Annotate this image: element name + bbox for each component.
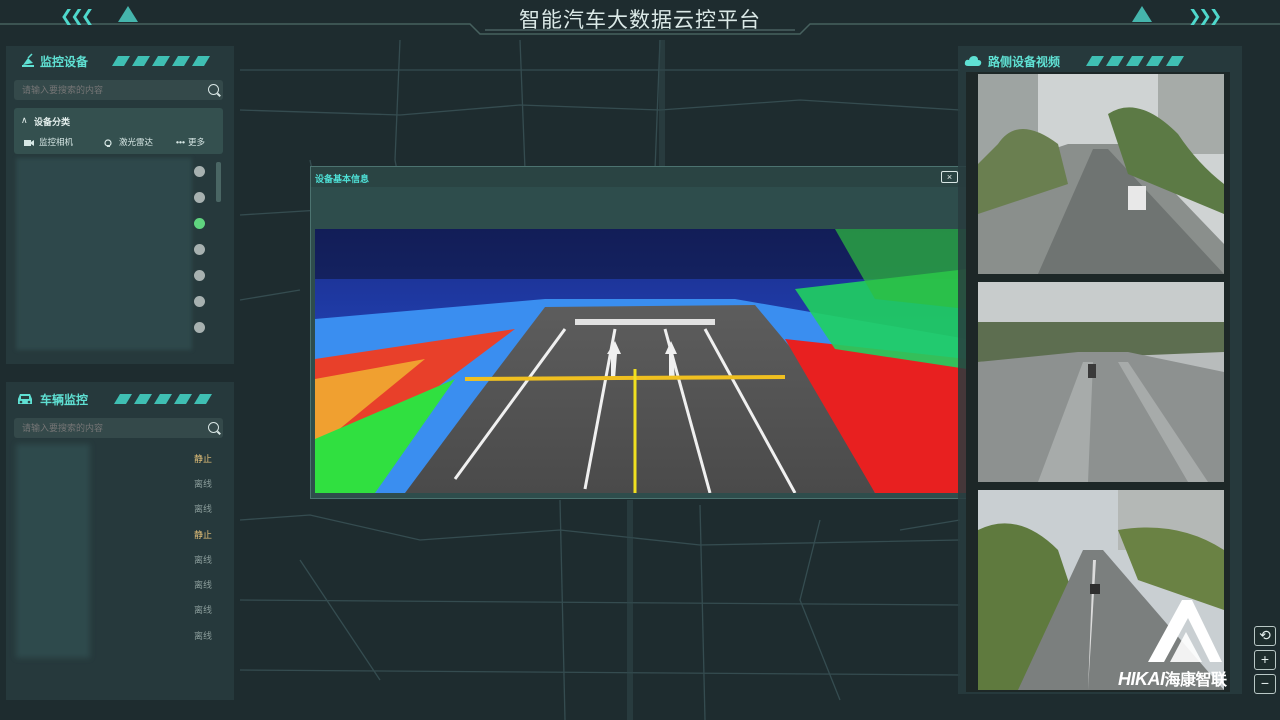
category-lidar-label: 激光雷达 [119,137,154,147]
vehicle-status: 静止 [194,530,213,540]
category-camera-label: 监控相机 [39,137,74,147]
device-info-modal: 设备基本信息 × [310,166,968,499]
logo-text: HIKAI海康智联 [1118,666,1227,690]
vehicle-status: 离线 [194,580,213,590]
lidar-icon [104,139,112,147]
vehicle-status: 离线 [194,631,213,641]
search-icon[interactable] [208,84,219,95]
category-camera[interactable]: 监控相机 [24,136,73,148]
status-dot [194,322,205,333]
camera-icon [24,139,34,146]
status-dot [194,296,205,307]
lidar-point-cloud-image [315,229,967,493]
device-row[interactable] [16,162,216,182]
device-category-box: ∧ 设备分类 监控相机 激光雷达 ••• 更多 [14,108,223,154]
device-row[interactable] [16,318,216,338]
vehicle-status: 离线 [194,479,213,489]
device-category-title: 设备分类 [34,117,71,127]
status-dot [194,244,205,255]
status-dot [194,218,205,229]
vehicle-status: 静止 [194,454,213,464]
vehicle-status: 离线 [194,555,213,565]
monitor-devices-title: 监控设备 [40,55,89,69]
header-stripes [112,56,210,66]
modal-header: 设备基本信息 × [311,167,967,187]
status-dot [194,166,205,177]
category-more-label: 更多 [187,137,205,147]
more-icon: ••• [176,137,185,147]
device-row[interactable] [16,292,216,312]
vehicle-monitor-header: 车辆监控 [6,382,234,410]
header-left-chevrons-icon: ❮❮❮ [60,8,94,25]
device-row[interactable] [16,266,216,286]
car-icon [18,394,32,404]
category-more[interactable]: ••• 更多 [176,136,205,148]
zoom-in-button[interactable]: + [1254,650,1276,670]
device-list-scrollbar[interactable] [216,162,221,202]
device-row[interactable] [16,188,216,208]
satellite-dish-icon [22,53,34,67]
device-row[interactable] [16,214,216,234]
camera-video-1[interactable] [978,74,1224,274]
close-button[interactable]: × [941,171,958,183]
header-right-chevrons-icon: ❯❯❯ [1188,8,1222,25]
logo-chinese: 海康智联 [1164,672,1228,689]
vehicle-status: 离线 [194,605,213,615]
modal-title: 设备基本信息 [315,174,370,184]
camera-video-2[interactable] [978,282,1224,482]
collapse-arrow-icon[interactable]: ∧ [21,115,28,126]
device-row[interactable] [16,240,216,260]
device-search-input[interactable] [14,80,223,100]
logo-latin: HIKAI [1118,669,1165,689]
vehicle-list-blurred [16,444,90,658]
header-stripes [1086,56,1184,66]
status-dot [194,192,205,203]
vehicle-search-input[interactable] [14,418,223,438]
page-title: 智能汽车大数据云控平台 [519,9,761,32]
category-lidar[interactable]: 激光雷达 [104,136,153,148]
status-dot [194,270,205,281]
header-stripes [114,394,212,404]
header-bar: ❮❮❮ ❯❯❯ 智能汽车大数据云控平台 [0,0,1280,38]
roadside-video-header: 路侧设备视频 [958,46,1242,74]
vehicle-status: 离线 [194,504,213,514]
monitor-devices-header: 监控设备 [6,46,234,74]
search-icon[interactable] [208,422,219,433]
map-reset-button[interactable]: ⟲ [1254,626,1276,646]
roadside-video-title: 路侧设备视频 [988,55,1061,69]
cloud-icon [964,56,982,66]
vehicle-monitor-title: 车辆监控 [40,393,89,407]
zoom-out-button[interactable]: − [1254,674,1276,694]
